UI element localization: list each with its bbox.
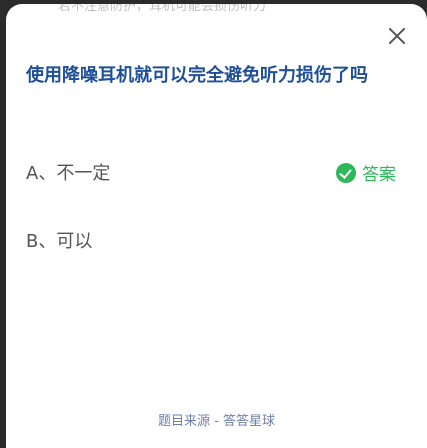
close-button[interactable] [384,23,410,49]
question-text: 使用降噪耳机就可以完全避免听力损伤了吗 [26,65,368,86]
check-circle-icon [336,162,356,183]
option-a[interactable]: A、不一定 [26,159,110,185]
top-strip: 若不注意防护，耳机可能会损伤听力 [6,4,427,14]
option-b[interactable]: B、可以 [26,227,92,253]
source-text: 题目来源 - 答答星球 [158,414,275,429]
answer-tag: 答案 [336,160,396,185]
quiz-dialog: 若不注意防护，耳机可能会损伤听力 使用降噪耳机就可以完全避免听力损伤了吗 A、不… [6,4,427,448]
answer-label: 答案 [362,165,396,185]
top-strip-text: 若不注意防护，耳机可能会损伤听力 [58,4,267,13]
